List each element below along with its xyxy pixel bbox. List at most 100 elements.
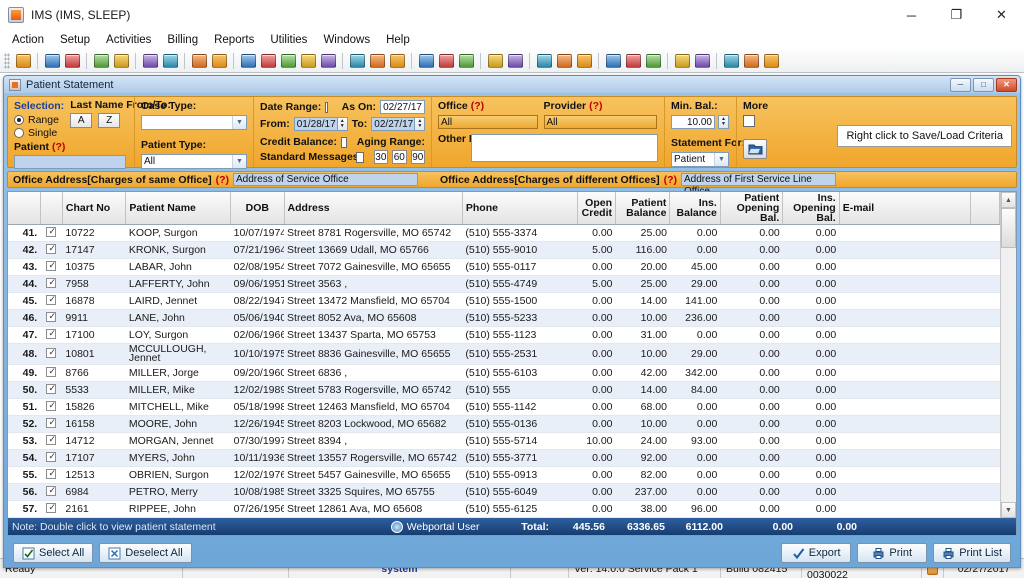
row-checkbox[interactable] — [40, 224, 63, 242]
checkbox-checked-icon[interactable] — [46, 226, 57, 237]
row-checkbox[interactable] — [40, 500, 63, 518]
row-checkbox[interactable] — [40, 449, 63, 467]
office-hint[interactable]: (?) — [471, 100, 484, 112]
deselect-all-button[interactable]: Deselect All — [99, 543, 192, 563]
col-filler[interactable] — [970, 192, 1000, 225]
table-row[interactable]: 55. 12513OBRIEN, Surgon12/02/1976Street 5… — [8, 466, 1000, 484]
exchange-icon[interactable] — [623, 52, 643, 71]
menu-action[interactable]: Action — [4, 32, 52, 48]
selection-range-radio[interactable] — [14, 115, 24, 125]
bar-chart-icon[interactable] — [534, 52, 554, 71]
scroll-up-arrow-icon[interactable]: ▲ — [1001, 192, 1016, 208]
table-row[interactable]: 48. 10801MCCULLOUGH, Jennet10/10/1975Stre… — [8, 343, 1000, 365]
checkbox-checked-icon[interactable] — [46, 468, 57, 479]
word-doc-icon[interactable] — [643, 52, 663, 71]
checkbox-checked-icon[interactable] — [46, 243, 57, 254]
col-ins-balance[interactable]: Ins. Balance — [669, 192, 721, 225]
checkbox-checked-icon[interactable] — [46, 294, 57, 305]
cash-flow-icon[interactable] — [298, 52, 318, 71]
lastname-to-button[interactable]: Z — [98, 113, 121, 128]
table-grid-icon[interactable] — [347, 52, 367, 71]
case-type-select[interactable]: ▼ — [141, 115, 247, 130]
report-chart-icon[interactable] — [485, 52, 505, 71]
standard-messages-checkbox[interactable] — [356, 151, 364, 163]
patient-check-icon[interactable] — [62, 52, 82, 71]
more-checkbox[interactable] — [743, 115, 755, 127]
statement-for-select[interactable]: Patient ▼ — [671, 152, 729, 167]
col-patient-balance[interactable]: Patient Balance — [615, 192, 671, 225]
different-office-address-hint[interactable]: (?) — [664, 174, 677, 186]
print-list-button[interactable]: Print List — [933, 543, 1011, 563]
col-ins-opening-bal[interactable]: Ins. Opening Bal. — [782, 192, 840, 225]
checkbox-checked-icon[interactable] — [46, 366, 57, 377]
window-minimize-button[interactable]: ─ — [889, 0, 934, 30]
menu-windows[interactable]: Windows — [315, 32, 378, 48]
child-minimize-button[interactable]: ─ — [950, 77, 971, 92]
table-row[interactable]: 57. 2161RIPPEE, John07/26/1956Street 1286… — [8, 500, 1000, 518]
row-checkbox[interactable] — [40, 275, 63, 293]
menu-billing[interactable]: Billing — [159, 32, 206, 48]
scissors-icon[interactable] — [367, 52, 387, 71]
table-row[interactable]: 46. 9911LANE, John05/06/1940Street 8052 A… — [8, 309, 1000, 327]
menu-setup[interactable]: Setup — [52, 32, 98, 48]
print-preview-icon[interactable] — [692, 52, 712, 71]
other-note-input[interactable] — [471, 134, 658, 162]
table-row[interactable]: 44. 7958LAFFERTY, John09/06/1951Street 35… — [8, 275, 1000, 293]
letter-a-icon[interactable] — [387, 52, 407, 71]
grid-vertical-scrollbar[interactable]: ▲ ▼ — [1000, 192, 1016, 518]
table-row[interactable]: 54. 17107MYERS, John10/11/1936Street 1355… — [8, 449, 1000, 467]
select-all-button[interactable]: Select All — [13, 543, 94, 563]
checkbox-checked-icon[interactable] — [46, 434, 57, 445]
table-row[interactable]: 42. 17147KRONK, Surgon07/21/1964Street 13… — [8, 241, 1000, 259]
patient-icon[interactable] — [13, 52, 33, 71]
row-checkbox[interactable] — [40, 326, 63, 344]
checkbox-checked-icon[interactable] — [46, 400, 57, 411]
table-row[interactable]: 47. 17100LOY, Surgon02/06/1966Street 1343… — [8, 326, 1000, 344]
min-balance-spinner[interactable]: ▲ ▼ — [718, 115, 729, 129]
row-checkbox[interactable] — [40, 258, 63, 276]
col-address[interactable]: Address — [284, 192, 463, 225]
scroll-down-arrow-icon[interactable]: ▼ — [1001, 502, 1016, 518]
window-close-button[interactable]: ✕ — [979, 0, 1024, 30]
mail-send-icon[interactable] — [672, 52, 692, 71]
row-checkbox[interactable] — [40, 381, 63, 399]
col-patient-name[interactable]: Patient Name — [125, 192, 232, 225]
globe-sync-icon[interactable] — [456, 52, 476, 71]
checkbox-checked-icon[interactable] — [46, 311, 57, 322]
table-row[interactable]: 56. 6984PETRO, Merry10/08/1985Street 3325… — [8, 483, 1000, 501]
scroll-track[interactable] — [1001, 248, 1016, 502]
lab-flask-icon[interactable] — [160, 52, 180, 71]
row-checkbox[interactable] — [40, 241, 63, 259]
from-date-input[interactable]: 01/28/17 — [293, 117, 338, 131]
calendar-icon[interactable] — [189, 52, 209, 71]
patient-add-icon[interactable] — [42, 52, 62, 71]
menu-help[interactable]: Help — [378, 32, 418, 48]
row-checkbox[interactable] — [40, 398, 63, 416]
billing-settings-icon[interactable] — [318, 52, 338, 71]
date-range-checkbox[interactable] — [325, 101, 328, 113]
credit-balance-checkbox[interactable] — [341, 136, 347, 148]
toolbar-grip[interactable] — [4, 53, 10, 69]
table-row[interactable]: 45. 16878LAIRD, Jennet08/22/1947Street 13… — [8, 292, 1000, 310]
row-checkbox[interactable] — [40, 343, 63, 365]
edit-note-icon[interactable] — [111, 52, 131, 71]
row-checkbox[interactable] — [40, 415, 63, 433]
save-load-criteria-icon[interactable] — [743, 139, 767, 159]
row-checkbox[interactable] — [40, 483, 63, 501]
menu-utilities[interactable]: Utilities — [262, 32, 315, 48]
col-checkbox[interactable] — [40, 192, 63, 225]
checkbox-checked-icon[interactable] — [46, 383, 57, 394]
col-open-credit[interactable]: Open Credit — [577, 192, 617, 225]
patient-input[interactable] — [14, 155, 126, 169]
table-row[interactable]: 51. 15826MITCHELL, Mike05/18/1998Street 1… — [8, 398, 1000, 416]
lastname-from-button[interactable]: A — [70, 113, 93, 128]
row-checkbox[interactable] — [40, 432, 63, 450]
row-checkbox[interactable] — [40, 292, 63, 310]
table-row[interactable]: 49. 8766MILLER, Jorge09/20/1960Street 683… — [8, 364, 1000, 382]
row-checkbox[interactable] — [40, 364, 63, 382]
contact-card-icon[interactable] — [554, 52, 574, 71]
checkbox-checked-icon[interactable] — [46, 328, 57, 339]
as-on-input[interactable]: 02/27/17 — [380, 100, 425, 114]
table-row[interactable]: 41. 10722KOOP, Surgon10/07/1974Street 878… — [8, 224, 1000, 242]
table-row[interactable]: 52. 16158MOORE, John12/26/1945Street 8203… — [8, 415, 1000, 433]
